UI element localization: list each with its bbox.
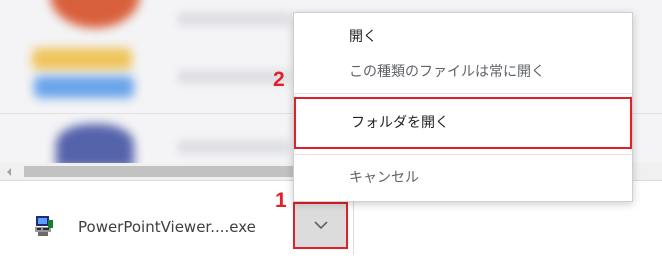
scroll-left-arrow-icon[interactable] [0,163,17,180]
blurred-image [50,0,140,28]
blurred-text [178,140,290,154]
blurred-image [32,48,132,70]
menu-item-open[interactable]: 開く [294,24,632,50]
download-context-menu: 開く この種類のファイルは常に開く フォルダを開く キャンセル [293,12,633,202]
download-filename[interactable]: PowerPointViewer....exe [78,218,256,236]
blurred-image [34,76,134,98]
download-options-button[interactable] [293,202,348,249]
chevron-down-icon [313,221,328,230]
step-marker-2: 2 [273,68,285,91]
menu-item-cancel[interactable]: キャンセル [294,165,632,191]
blurred-image [56,124,134,163]
blurred-text [178,12,290,26]
divider [353,195,354,255]
menu-separator [294,93,632,94]
menu-item-open-folder[interactable]: フォルダを開く [294,97,632,149]
step-marker-1: 1 [275,189,287,212]
menu-item-always-open[interactable]: この種類のファイルは常に開く [294,59,632,85]
menu-separator [294,154,632,155]
application-exe-icon [34,215,54,237]
